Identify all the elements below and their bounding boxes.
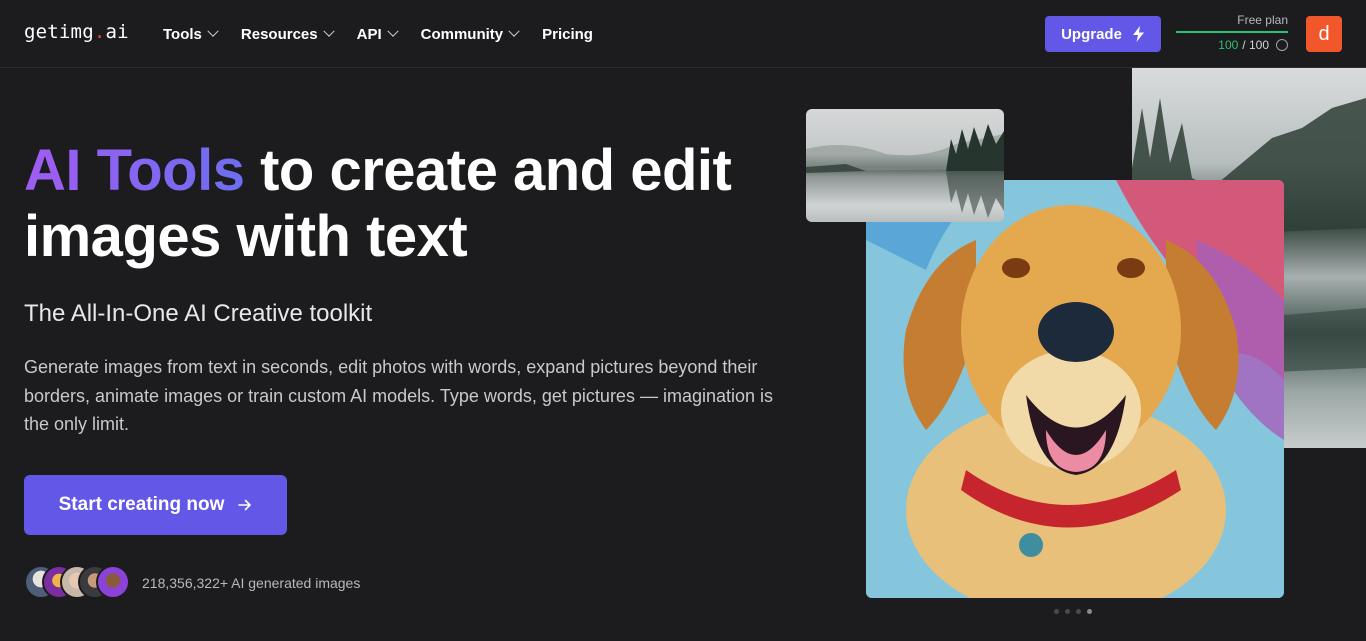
carousel-dots (1054, 609, 1092, 614)
hero-title: AI Tools to create and edit images with … (24, 138, 784, 270)
nav-tools-label: Tools (163, 25, 202, 43)
plan-label: Free plan (1237, 13, 1288, 27)
nav-pricing-label: Pricing (542, 25, 593, 43)
carousel-dot[interactable] (1054, 609, 1059, 614)
misty-lake-image (806, 109, 1004, 222)
dog-painting-illustration (866, 180, 1284, 598)
carousel-dot[interactable] (1076, 609, 1081, 614)
credits-icon (1276, 39, 1288, 51)
plan-count: 100 / 100 (1218, 38, 1288, 52)
social-proof: 218,356,322+ AI generated images (24, 565, 360, 601)
generated-count: 218,356,322+ AI generated images (142, 575, 361, 591)
nav-community[interactable]: Community (420, 24, 520, 44)
plan-used: 100 (1218, 38, 1239, 52)
plan-progress-fill (1176, 31, 1288, 33)
logo[interactable]: getimg.ai (24, 21, 129, 43)
logo-suffix: ai (105, 21, 129, 43)
nav-resources[interactable]: Resources (240, 24, 335, 44)
nav-api[interactable]: API (356, 24, 399, 44)
user-avatar[interactable]: d (1306, 16, 1342, 52)
top-nav: getimg.ai Tools Resources API Community … (0, 0, 1366, 68)
cta-label: Start creating now (58, 494, 225, 515)
user-avatars (24, 565, 134, 601)
chevron-down-icon (322, 25, 335, 37)
nav-resources-label: Resources (240, 25, 318, 43)
lightning-icon (1132, 26, 1144, 42)
avatar (96, 565, 130, 599)
hero-title-highlight: AI Tools (24, 138, 245, 203)
hero-subtitle: The All-In-One AI Creative toolkit (24, 300, 373, 327)
misty-lake-illustration (806, 124, 1004, 218)
avatar-letter: d (1318, 22, 1330, 45)
plan-progress-bar (1176, 31, 1288, 33)
plan-total: / 100 (1242, 38, 1269, 52)
plan-usage[interactable]: Free plan 100 / 100 (1176, 13, 1288, 55)
dog-painting-image (866, 180, 1284, 598)
nav-links: Tools Resources API Community Pricing (163, 24, 617, 44)
nav-tools[interactable]: Tools (163, 24, 219, 44)
upgrade-button[interactable]: Upgrade (1045, 16, 1161, 52)
logo-main: getimg (24, 21, 94, 43)
nav-api-label: API (356, 25, 382, 43)
upgrade-label: Upgrade (1061, 25, 1122, 43)
nav-pricing[interactable]: Pricing (542, 24, 593, 44)
carousel-dot[interactable] (1087, 609, 1092, 614)
nav-community-label: Community (420, 25, 504, 43)
chevron-down-icon (207, 25, 219, 37)
arrow-right-icon (238, 499, 252, 511)
carousel-dot[interactable] (1065, 609, 1070, 614)
logo-dot: . (93, 21, 106, 43)
chevron-down-icon (508, 25, 520, 37)
start-creating-button[interactable]: Start creating now (24, 475, 287, 535)
hero-description: Generate images from text in seconds, ed… (24, 357, 774, 434)
chevron-down-icon (386, 25, 399, 37)
